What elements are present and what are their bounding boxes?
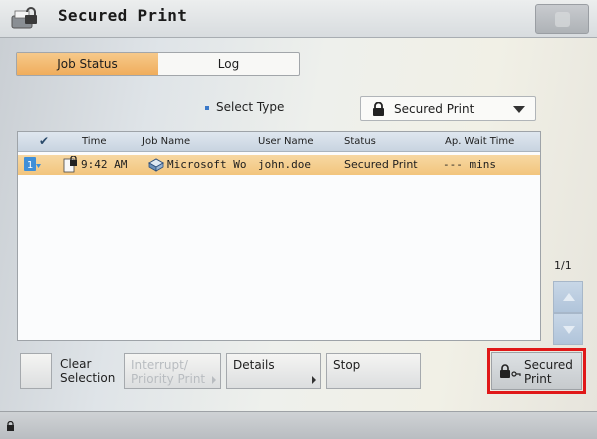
job-user-name: john.doe bbox=[258, 158, 311, 171]
svg-text:1: 1 bbox=[27, 160, 33, 171]
job-name-column-header[interactable]: Job Name bbox=[142, 136, 190, 147]
clear-selection-label: Clear Selection bbox=[60, 357, 116, 385]
stop-button[interactable]: Stop bbox=[326, 353, 421, 389]
type-dropdown[interactable]: Secured Print bbox=[360, 96, 536, 121]
job-number-icon: 1 bbox=[24, 157, 41, 171]
user-name-column-header[interactable]: User Name bbox=[258, 136, 313, 147]
secured-print-label: Secured Print bbox=[524, 358, 573, 386]
lock-icon bbox=[373, 102, 384, 116]
status-column-header[interactable]: Status bbox=[344, 136, 376, 147]
details-label: Details bbox=[233, 358, 275, 372]
scroll-up-button[interactable] bbox=[553, 281, 583, 313]
details-button[interactable]: Details bbox=[226, 353, 321, 389]
submenu-arrow-icon bbox=[212, 376, 216, 384]
job-name: Microsoft Wo bbox=[167, 158, 247, 171]
tab-bar: Job Status Log bbox=[16, 52, 300, 76]
wait-time-column-header[interactable]: Ap. Wait Time bbox=[445, 136, 514, 147]
page-indicator: 1/1 bbox=[554, 259, 572, 272]
table-row[interactable]: 1 9:42 AM Microsoft Wo john.doe Secured … bbox=[18, 155, 540, 175]
settings-icon bbox=[555, 12, 570, 27]
stop-label: Stop bbox=[333, 358, 361, 372]
arrow-up-icon bbox=[563, 293, 575, 301]
table-header: ✔ Time Job Name User Name Status Ap. Wai… bbox=[18, 132, 540, 152]
clear-selection-button[interactable]: Clear Selection bbox=[54, 353, 120, 389]
tab-job-status[interactable]: Job Status bbox=[17, 53, 158, 75]
status-bar bbox=[0, 411, 597, 439]
type-dropdown-value: Secured Print bbox=[394, 102, 475, 116]
lock-key-icon bbox=[500, 364, 521, 378]
lock-icon bbox=[7, 421, 14, 431]
select-type-text: Select Type bbox=[216, 100, 285, 114]
bullet-icon bbox=[205, 105, 209, 110]
time-column-header[interactable]: Time bbox=[82, 136, 106, 147]
scroll-down-button[interactable] bbox=[553, 313, 583, 345]
check-column-header[interactable]: ✔ bbox=[39, 134, 49, 148]
document-lock-icon bbox=[63, 156, 77, 173]
select-all-checkbox[interactable] bbox=[20, 353, 52, 389]
job-status: Secured Print bbox=[344, 158, 418, 171]
title-bar: Secured Print bbox=[0, 0, 597, 38]
application-icon bbox=[148, 158, 164, 172]
interrupt-priority-print-label: Interrupt/ Priority Print bbox=[131, 358, 206, 386]
interrupt-priority-print-button[interactable]: Interrupt/ Priority Print bbox=[124, 353, 221, 389]
select-type-label: Select Type bbox=[205, 100, 284, 114]
job-table: ✔ Time Job Name User Name Status Ap. Wai… bbox=[17, 131, 541, 341]
job-wait-time: --- mins bbox=[443, 158, 496, 171]
secured-print-button[interactable]: Secured Print bbox=[491, 352, 582, 390]
tab-log[interactable]: Log bbox=[158, 53, 299, 75]
submenu-arrow-icon bbox=[312, 376, 316, 384]
settings-button[interactable] bbox=[535, 4, 589, 34]
job-time: 9:42 AM bbox=[81, 158, 128, 171]
chevron-down-icon bbox=[513, 106, 525, 113]
arrow-down-icon bbox=[563, 326, 575, 334]
print-screen: Secured Print Job Status Log Select Type… bbox=[0, 0, 597, 439]
secured-print-app-icon bbox=[11, 7, 37, 29]
page-title: Secured Print bbox=[58, 6, 188, 25]
